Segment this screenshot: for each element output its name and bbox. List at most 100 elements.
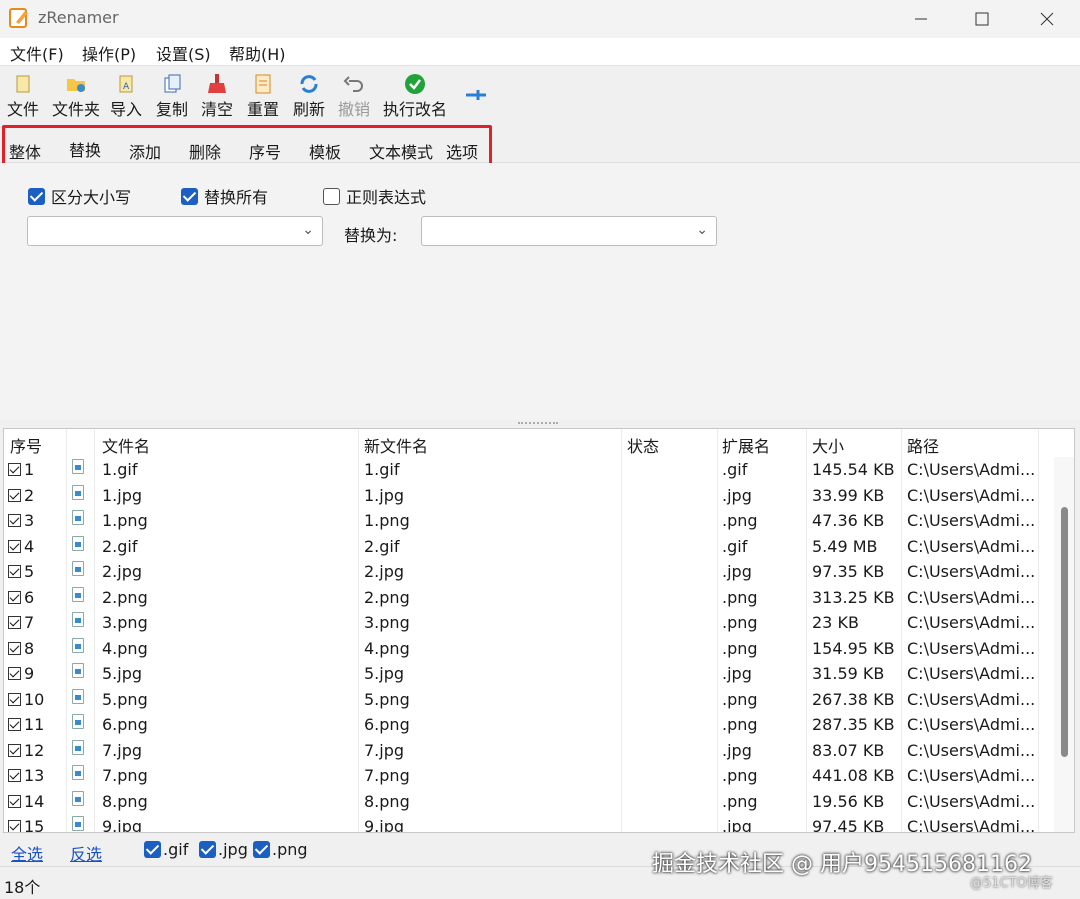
image-file-icon (72, 791, 84, 806)
table-row[interactable]: 116.png6.png.png287.35 KBC:\Users\Admi..… (4, 712, 1056, 738)
table-row[interactable]: 62.png2.png.png313.25 KBC:\Users\Admi... (4, 585, 1056, 611)
select-all-link[interactable]: 全选 (11, 841, 43, 865)
row-checkbox[interactable] (8, 693, 21, 706)
tool-undo-button[interactable]: 撤销 (337, 73, 371, 120)
tool-import-button[interactable]: A 导入 (109, 73, 143, 120)
table-row[interactable]: 42.gif2.gif.gif5.49 MBC:\Users\Admi... (4, 534, 1056, 560)
row-checkbox[interactable] (8, 642, 21, 655)
cell-size: 97.35 KB (812, 562, 884, 581)
row-checkbox[interactable] (8, 540, 21, 553)
row-checkbox[interactable] (8, 591, 21, 604)
cell-size: 145.54 KB (812, 460, 895, 479)
row-checkbox[interactable] (8, 489, 21, 502)
reset-icon (252, 73, 274, 95)
image-file-icon (72, 612, 84, 627)
pin-icon[interactable] (464, 89, 488, 101)
header-path[interactable]: 路径 (907, 433, 939, 457)
cell-no: 10 (24, 690, 44, 709)
menu-settings[interactable]: 设置(S) (156, 41, 211, 65)
row-checkbox[interactable] (8, 769, 21, 782)
cell-size: 267.38 KB (812, 690, 895, 709)
cell-no: 15 (24, 817, 44, 833)
filter-png-checkbox[interactable] (253, 841, 270, 858)
table-row[interactable]: 159.jpg9.jpg.jpg97.45 KBC:\Users\Admi... (4, 814, 1056, 833)
menu-help[interactable]: 帮助(H) (229, 41, 286, 65)
table-row[interactable]: 148.png8.png.png19.56 KBC:\Users\Admi... (4, 789, 1056, 815)
replace-all-option[interactable]: 替换所有 (181, 184, 268, 208)
tool-refresh-button[interactable]: 刷新 (292, 73, 326, 120)
table-row[interactable]: 21.jpg1.jpg.jpg33.99 KBC:\Users\Admi... (4, 483, 1056, 509)
filter-jpg[interactable]: .jpg (199, 840, 248, 859)
cell-name: 7.jpg (102, 741, 142, 760)
tool-file-button[interactable]: 文件 (6, 73, 40, 120)
scrollbar-thumb[interactable] (1061, 507, 1068, 757)
regex-option[interactable]: 正则表达式 (323, 184, 426, 208)
tool-execute-rename-button[interactable]: 执行改名 (381, 73, 449, 120)
replace-with-label: 替换为: (344, 222, 397, 246)
table-row[interactable]: 84.png4.png.png154.95 KBC:\Users\Admi... (4, 636, 1056, 662)
regex-checkbox[interactable] (323, 188, 340, 205)
row-checkbox[interactable] (8, 718, 21, 731)
table-row[interactable]: 137.png7.png.png441.08 KBC:\Users\Admi..… (4, 763, 1056, 789)
row-checkbox[interactable] (8, 744, 21, 757)
replace-all-checkbox[interactable] (181, 188, 198, 205)
image-file-icon (72, 765, 84, 780)
cell-ext: .png (722, 639, 758, 658)
row-checkbox[interactable] (8, 616, 21, 629)
table-row[interactable]: 105.png5.png.png267.38 KBC:\Users\Admi..… (4, 687, 1056, 713)
cell-path: C:\Users\Admi... (907, 613, 1035, 632)
row-checkbox[interactable] (8, 565, 21, 578)
copy-icon (161, 73, 183, 95)
row-checkbox[interactable] (8, 463, 21, 476)
header-extension[interactable]: 扩展名 (722, 433, 770, 457)
menu-file[interactable]: 文件(F) (10, 41, 64, 65)
case-sensitive-checkbox[interactable] (28, 188, 45, 205)
cell-no: 14 (24, 792, 44, 811)
menu-operation[interactable]: 操作(P) (82, 41, 136, 65)
tool-copy-button[interactable]: 复制 (155, 73, 189, 120)
cell-name: 5.png (102, 690, 148, 709)
case-sensitive-option[interactable]: 区分大小写 (28, 184, 131, 208)
filter-gif-checkbox[interactable] (144, 841, 161, 858)
header-no[interactable]: 序号 (10, 433, 42, 457)
image-file-icon (72, 740, 84, 755)
row-checkbox[interactable] (8, 667, 21, 680)
cell-new: 6.png (364, 715, 410, 734)
row-checkbox[interactable] (8, 795, 21, 808)
table-row[interactable]: 95.jpg5.jpg.jpg31.59 KBC:\Users\Admi... (4, 661, 1056, 687)
minimize-button[interactable] (889, 0, 953, 38)
vertical-scrollbar[interactable] (1054, 457, 1074, 833)
table-row[interactable]: 52.jpg2.jpg.jpg97.35 KBC:\Users\Admi... (4, 559, 1056, 585)
cell-path: C:\Users\Admi... (907, 664, 1035, 683)
filter-png[interactable]: .png (253, 840, 308, 859)
row-checkbox[interactable] (8, 820, 21, 833)
find-combobox[interactable]: ⌄ (27, 216, 323, 246)
header-size[interactable]: 大小 (812, 433, 844, 457)
replace-panel (0, 163, 1080, 423)
close-button[interactable] (1015, 0, 1079, 38)
splitter-grip[interactable] (518, 422, 558, 425)
cell-path: C:\Users\Admi... (907, 741, 1035, 760)
table-row[interactable]: 31.png1.png.png47.36 KBC:\Users\Admi... (4, 508, 1056, 534)
tool-reset-button[interactable]: 重置 (246, 73, 280, 120)
cell-no: 6 (24, 588, 34, 607)
cell-ext: .jpg (722, 664, 752, 683)
cell-new: 7.png (364, 766, 410, 785)
table-row[interactable]: 127.jpg7.jpg.jpg83.07 KBC:\Users\Admi... (4, 738, 1056, 764)
header-status[interactable]: 状态 (627, 433, 659, 457)
invert-selection-link[interactable]: 反选 (70, 841, 102, 865)
tool-clear-button[interactable]: 清空 (200, 73, 234, 120)
filter-jpg-checkbox[interactable] (199, 841, 216, 858)
table-row[interactable]: 11.gif1.gif.gif145.54 KBC:\Users\Admi... (4, 457, 1056, 483)
row-checkbox[interactable] (8, 514, 21, 527)
tool-folder-button[interactable]: 文件夹 (50, 73, 102, 120)
replace-with-combobox[interactable]: ⌄ (421, 216, 717, 246)
cell-new: 9.jpg (364, 817, 404, 833)
header-new-filename[interactable]: 新文件名 (364, 433, 428, 457)
table-row[interactable]: 73.png3.png.png23 KBC:\Users\Admi... (4, 610, 1056, 636)
filter-gif[interactable]: .gif (144, 840, 188, 859)
header-filename[interactable]: 文件名 (102, 433, 150, 457)
cell-no: 7 (24, 613, 34, 632)
cell-size: 23 KB (812, 613, 859, 632)
maximize-button[interactable] (950, 0, 1014, 38)
